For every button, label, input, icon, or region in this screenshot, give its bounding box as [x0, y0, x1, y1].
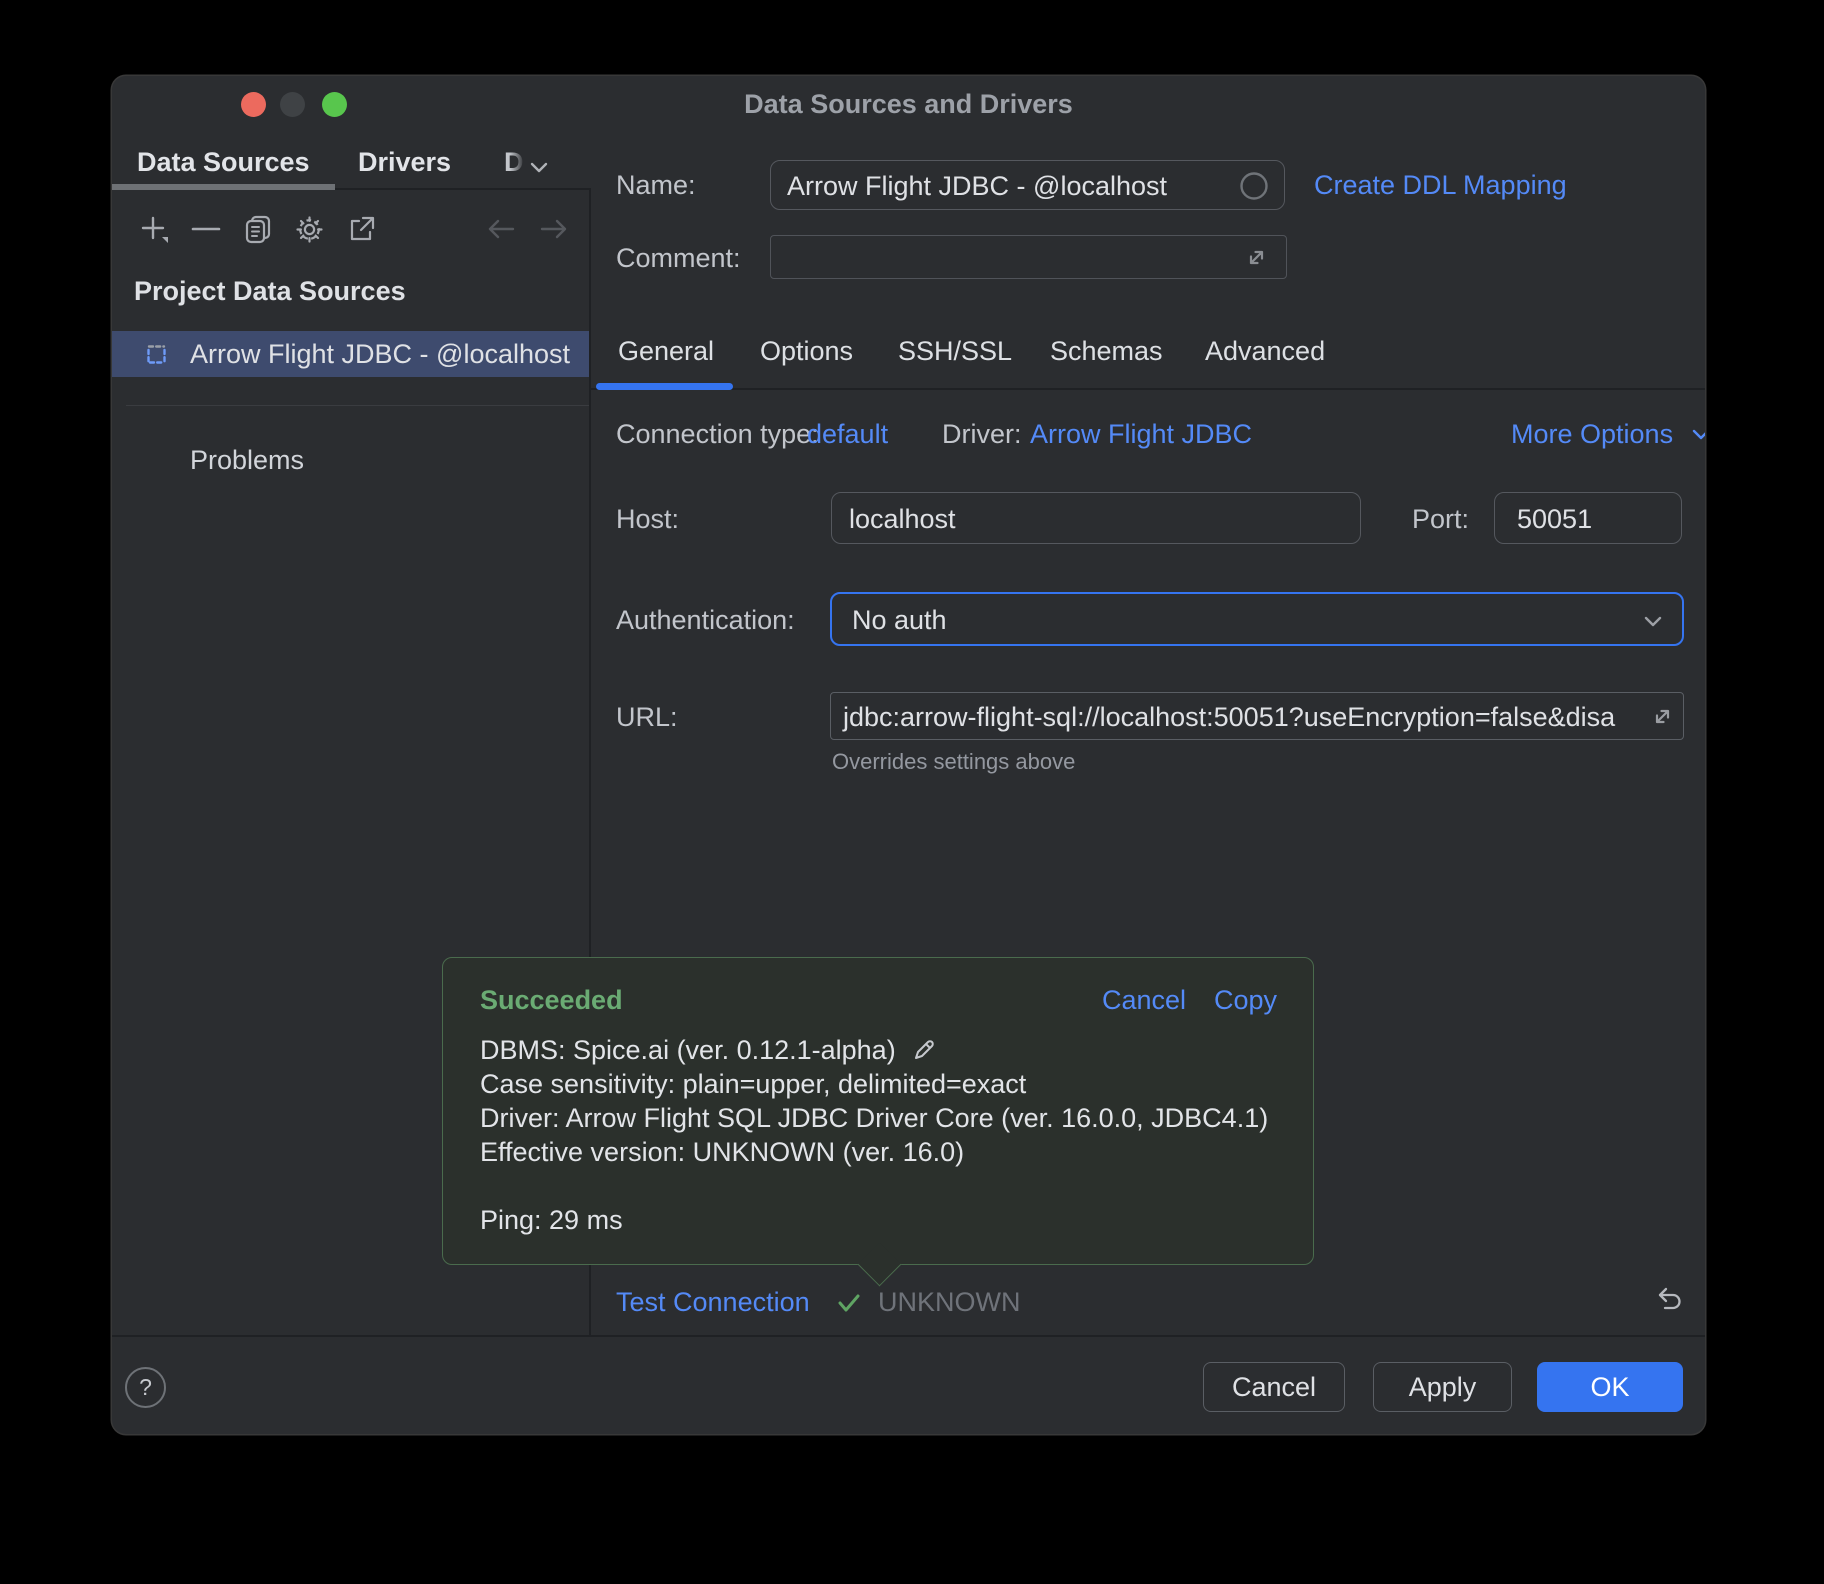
ok-button[interactable]: OK	[1537, 1362, 1683, 1412]
popup-case-line: Case sensitivity: plain=upper, delimited…	[480, 1069, 1026, 1100]
popup-driver-line: Driver: Arrow Flight SQL JDBC Driver Cor…	[480, 1103, 1268, 1134]
test-connection-link[interactable]: Test Connection	[616, 1287, 810, 1318]
url-input[interactable]: jdbc:arrow-flight-sql://localhost:50051?…	[830, 692, 1684, 740]
screen: { "window": { "title": "Data Sources and…	[0, 0, 1824, 1584]
tab-ssh-ssl[interactable]: SSH/SSL	[898, 336, 1012, 367]
authentication-value: No auth	[852, 605, 947, 636]
duplicate-icon[interactable]	[243, 214, 273, 244]
comment-label: Comment:	[616, 243, 741, 274]
url-input-value: jdbc:arrow-flight-sql://localhost:50051?…	[843, 702, 1615, 733]
pencil-icon[interactable]	[911, 1037, 937, 1063]
more-options-link[interactable]: More Options	[1511, 419, 1705, 450]
undo-icon[interactable]	[1655, 1285, 1685, 1315]
name-input[interactable]: Arrow Flight JDBC - @localhost	[770, 160, 1285, 210]
tab-options[interactable]: Options	[760, 336, 853, 367]
data-source-item-label: Arrow Flight JDBC - @localhost	[190, 339, 570, 370]
data-sources-dialog: Data Sources and Drivers Data Sources Dr…	[112, 76, 1705, 1434]
port-input[interactable]: 50051	[1494, 492, 1682, 544]
active-tab-indicator	[112, 184, 335, 190]
tab-schemas[interactable]: Schemas	[1050, 336, 1163, 367]
comment-input[interactable]	[770, 235, 1287, 279]
window-title: Data Sources and Drivers	[112, 89, 1705, 120]
test-status-badge: UNKNOWN	[878, 1287, 1021, 1318]
expand-icon[interactable]	[1243, 244, 1270, 271]
popup-cancel-link[interactable]: Cancel	[1102, 985, 1186, 1016]
tab-overflow-truncated[interactable]: D	[504, 147, 524, 178]
add-data-source-button[interactable]	[138, 213, 172, 247]
status-succeeded: Succeeded	[480, 985, 623, 1016]
help-button[interactable]: ?	[125, 1367, 166, 1408]
popup-dbms-line: DBMS: Spice.ai (ver. 0.12.1-alpha)	[480, 1035, 937, 1066]
sidebar-header-divider	[335, 188, 591, 190]
popup-copy-link[interactable]: Copy	[1214, 985, 1277, 1016]
tab-drivers[interactable]: Drivers	[358, 147, 451, 178]
host-label: Host:	[616, 504, 679, 535]
popup-dbms-text: DBMS: Spice.ai (ver. 0.12.1-alpha)	[480, 1035, 896, 1065]
export-icon[interactable]	[347, 214, 377, 244]
apply-button[interactable]: Apply	[1373, 1362, 1512, 1412]
host-input[interactable]: localhost	[831, 492, 1361, 544]
url-hint: Overrides settings above	[832, 749, 1075, 775]
back-arrow-icon[interactable]	[486, 216, 516, 242]
driver-value-link[interactable]: Arrow Flight JDBC	[1030, 419, 1252, 450]
chevron-down-icon[interactable]	[526, 154, 552, 180]
forward-arrow-icon[interactable]	[539, 216, 569, 242]
create-ddl-mapping-link[interactable]: Create DDL Mapping	[1314, 170, 1567, 201]
data-source-icon	[143, 341, 170, 368]
sidebar-section-divider	[126, 405, 589, 406]
spinner-ring-icon	[1239, 171, 1269, 201]
host-input-value: localhost	[849, 504, 956, 535]
authentication-select[interactable]: No auth	[830, 592, 1684, 646]
expand-icon[interactable]	[1649, 703, 1676, 730]
more-options-label: More Options	[1511, 419, 1673, 449]
popup-version-line: Effective version: UNKNOWN (ver. 16.0)	[480, 1137, 964, 1168]
help-glyph: ?	[139, 1374, 152, 1401]
data-source-list-item-selected[interactable]: Arrow Flight JDBC - @localhost	[112, 331, 589, 377]
connection-type-value-link[interactable]: default	[807, 419, 888, 450]
test-connection-result-popup: Succeeded Cancel Copy DBMS: Spice.ai (ve…	[442, 957, 1314, 1265]
sidebar-item-problems[interactable]: Problems	[190, 445, 304, 476]
name-label: Name:	[616, 170, 696, 201]
tab-data-sources[interactable]: Data Sources	[137, 147, 310, 178]
chevron-down-icon	[1689, 422, 1705, 446]
port-input-value: 50051	[1517, 504, 1592, 535]
active-tab-underline	[596, 383, 733, 390]
name-input-value: Arrow Flight JDBC - @localhost	[787, 171, 1167, 202]
authentication-label: Authentication:	[616, 605, 795, 636]
cancel-button[interactable]: Cancel	[1203, 1362, 1345, 1412]
tab-general[interactable]: General	[618, 336, 714, 367]
url-label: URL:	[616, 702, 678, 733]
chevron-down-icon	[1640, 608, 1666, 634]
port-label: Port:	[1412, 504, 1469, 535]
remove-data-source-button[interactable]	[191, 226, 221, 232]
project-data-sources-header: Project Data Sources	[134, 276, 406, 307]
gear-icon[interactable]	[294, 214, 325, 245]
connection-type-label: Connection type:	[616, 419, 819, 450]
checkmark-icon	[834, 1289, 864, 1317]
footer-divider	[112, 1335, 1705, 1337]
driver-label: Driver:	[942, 419, 1022, 450]
tabs-divider	[591, 388, 1705, 390]
popup-ping-line: Ping: 29 ms	[480, 1205, 623, 1236]
tab-advanced[interactable]: Advanced	[1205, 336, 1325, 367]
